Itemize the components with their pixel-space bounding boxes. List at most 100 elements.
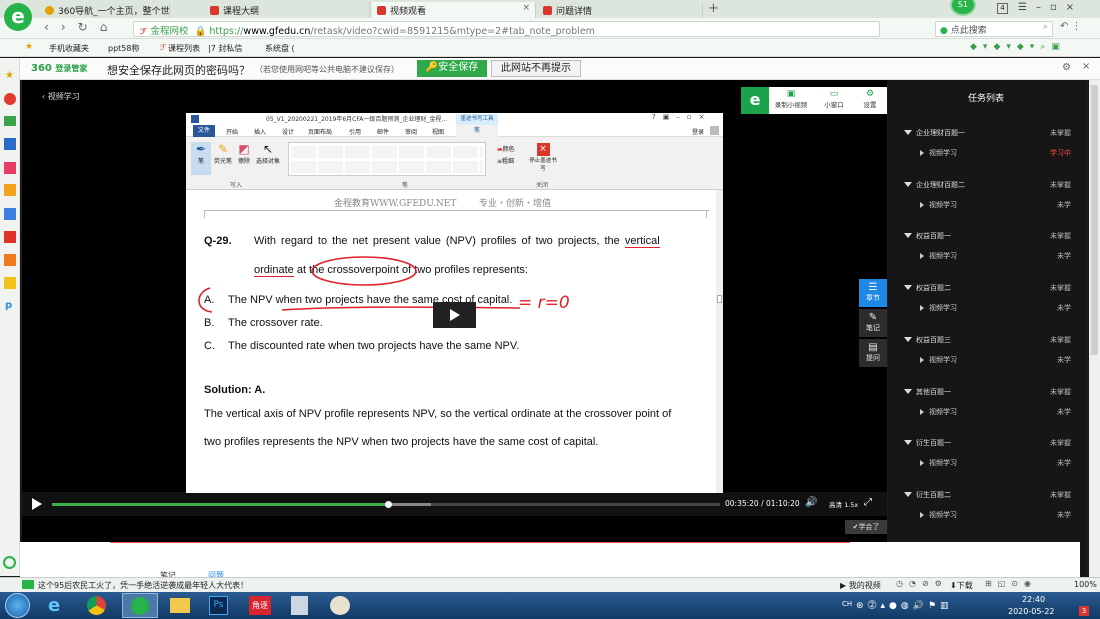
- fullscreen-icon[interactable]: ⤢: [864, 497, 872, 508]
- chapter-video-item[interactable]: 视频学习 未学: [888, 303, 1087, 317]
- sidebar-mail-icon[interactable]: [4, 116, 16, 126]
- sidebar-app-icon[interactable]: p: [5, 300, 12, 311]
- refresh-icon[interactable]: ↻: [78, 20, 100, 34]
- my-video-button[interactable]: ▶ 我的视频: [840, 580, 881, 591]
- chapter-video-item[interactable]: 视频学习 未学: [888, 200, 1087, 214]
- tab-close-icon[interactable]: ×: [522, 3, 530, 13]
- chapter-button[interactable]: ☰ 章节: [859, 279, 887, 307]
- fav-item-ppt58[interactable]: ppt58称: [108, 43, 139, 54]
- tab-design[interactable]: 设计: [282, 127, 294, 136]
- chapter-video-item[interactable]: 视频学习 未学: [888, 251, 1087, 265]
- favorites-star-icon[interactable]: ★: [25, 42, 33, 52]
- notice-settings-icon[interactable]: ⚙: [1062, 62, 1071, 73]
- back-to-video-study[interactable]: ‹ 视频学习: [42, 91, 80, 102]
- new-tab-button[interactable]: +: [708, 1, 719, 16]
- speed-quality-selector[interactable]: 高清 1.5x: [829, 499, 858, 509]
- eraser-tool[interactable]: ◩ 擦除: [234, 142, 254, 175]
- chapter-row[interactable]: 权益百题三 未掌握: [888, 335, 1087, 349]
- fav-item-system-disk[interactable]: 系统盘 (: [265, 43, 295, 54]
- pen-gallery[interactable]: [288, 142, 486, 176]
- progress-knob[interactable]: [384, 501, 392, 508]
- chapter-row[interactable]: 衍生百题一 未掌握: [888, 438, 1087, 452]
- browser-360-icon[interactable]: [122, 593, 158, 618]
- fav-item-course-list[interactable]: ℱ 课程列表: [160, 43, 200, 54]
- center-play-button[interactable]: [433, 302, 476, 328]
- home-icon[interactable]: ⌂: [100, 20, 120, 34]
- note-button[interactable]: ✎ 笔记: [859, 309, 887, 337]
- undo-icon[interactable]: ↶ ⋮: [1060, 21, 1082, 32]
- chapter-video-item[interactable]: 视频学习 未学: [888, 407, 1087, 421]
- chapter-row[interactable]: 其他百题一 未掌握: [888, 387, 1087, 401]
- tab-review[interactable]: 审阅: [405, 127, 417, 136]
- back-arrow-icon[interactable]: ‹: [44, 20, 61, 34]
- sidebar-weibo-icon[interactable]: [4, 93, 16, 105]
- zoom-level[interactable]: 100%: [1074, 580, 1097, 589]
- status-news[interactable]: 这个95后农民工火了，凭一手绝活逆袭成最年轻人大代表！: [38, 580, 248, 591]
- mini-window-button[interactable]: ▭ 小窗口: [819, 89, 849, 109]
- sidebar-star-icon[interactable]: ★: [5, 70, 14, 81]
- tab-pen[interactable]: 笔: [456, 125, 498, 137]
- sidebar-app-icon[interactable]: [4, 138, 16, 150]
- play-button[interactable]: [32, 498, 42, 510]
- tab-home[interactable]: 开始: [226, 127, 238, 136]
- tab-mailings[interactable]: 邮件: [377, 127, 389, 136]
- volume-icon[interactable]: 🔊: [805, 497, 817, 508]
- tab-insert[interactable]: 插入: [254, 127, 266, 136]
- thickness-dropdown[interactable]: ≡粗细: [497, 156, 514, 165]
- start-button[interactable]: [5, 593, 30, 618]
- sidebar-app-icon[interactable]: [4, 208, 16, 220]
- color-dropdown[interactable]: ▬颜色: [497, 144, 515, 153]
- never-prompt-button[interactable]: 此网站不再提示: [491, 60, 581, 77]
- tab-question-detail[interactable]: 问题详情: [538, 2, 703, 18]
- sidebar-app-icon[interactable]: [4, 254, 16, 266]
- highlighter-tool[interactable]: ✎ 荧光笔: [212, 142, 234, 175]
- fav-item-messages[interactable]: |7 封私信: [208, 43, 242, 54]
- search-icon[interactable]: ⌕: [1043, 22, 1048, 32]
- tab-layout[interactable]: 页面布局: [308, 127, 332, 136]
- record-short-video-button[interactable]: ▣ 录制小视频: [771, 89, 811, 109]
- forward-arrow-icon[interactable]: ›: [61, 20, 78, 34]
- right-scroll-thumb[interactable]: [1091, 85, 1098, 355]
- chapter-video-item[interactable]: 视频学习 学习中: [888, 148, 1087, 162]
- tab-count-badge[interactable]: 4: [997, 3, 1008, 14]
- doc-scroll-thumb[interactable]: [717, 295, 722, 303]
- folder-icon[interactable]: [170, 598, 190, 613]
- calculator-icon[interactable]: [291, 596, 308, 615]
- url-input[interactable]: ℱ 金程网校 🔒 https://www.gfedu.cn/retask/video…: [133, 21, 880, 37]
- avatar[interactable]: S1: [950, 0, 976, 16]
- sidebar-app-icon[interactable]: [4, 277, 16, 289]
- tab-references[interactable]: 引用: [349, 127, 361, 136]
- settings-button[interactable]: ⚙ 设置: [855, 89, 885, 109]
- safe-save-button[interactable]: 🔑安全保存: [417, 60, 487, 77]
- sidebar-app-icon[interactable]: [4, 162, 16, 174]
- fav-item-mobile[interactable]: 手机收藏夹: [49, 43, 89, 54]
- ask-button[interactable]: ▤ 提问: [859, 339, 887, 367]
- clock-time[interactable]: 22:40: [1022, 595, 1045, 604]
- tab-course-outline[interactable]: 课程大纲: [205, 2, 370, 18]
- notice-close-icon[interactable]: ×: [1082, 61, 1090, 72]
- jiaozhu-app-icon[interactable]: 角逐: [249, 596, 271, 615]
- doc-scrollbar[interactable]: [716, 190, 723, 493]
- chapter-row[interactable]: 权益百题二 未掌握: [888, 283, 1087, 297]
- sidebar-settings-icon[interactable]: [3, 556, 16, 569]
- chapter-video-item[interactable]: 视频学习 未学: [888, 355, 1087, 369]
- sidebar-app-icon[interactable]: [4, 231, 16, 243]
- select-object-tool[interactable]: ↖ 选择对象: [254, 142, 282, 175]
- stop-inking-button[interactable]: × 停止墨迹书写: [528, 143, 558, 172]
- right-scrollbar[interactable]: [1089, 80, 1100, 577]
- sidebar-app-icon[interactable]: [4, 184, 16, 196]
- chapter-row[interactable]: 权益百题一 未掌握: [888, 231, 1087, 245]
- pen-tool[interactable]: ✒ 笔: [191, 142, 211, 175]
- tab-view[interactable]: 视图: [432, 127, 444, 136]
- login-link[interactable]: 登录: [692, 127, 704, 136]
- chrome-icon[interactable]: [87, 596, 106, 615]
- ink-tool-tab[interactable]: 墨迹书写工具: [456, 114, 498, 125]
- chapter-row[interactable]: 衍生百题二 未掌握: [888, 490, 1087, 504]
- download-button[interactable]: ⬇下载: [950, 580, 973, 591]
- tab-360nav[interactable]: 360导航_一个主页，整个世界: [40, 2, 170, 18]
- search-input[interactable]: ● 点此搜索 ⌕: [935, 21, 1053, 37]
- learned-button[interactable]: ✔学会了: [845, 520, 887, 534]
- chapter-row[interactable]: 企业理财百题二 未掌握: [888, 180, 1087, 194]
- progress-track[interactable]: [52, 501, 720, 508]
- ie-icon[interactable]: e: [48, 595, 60, 616]
